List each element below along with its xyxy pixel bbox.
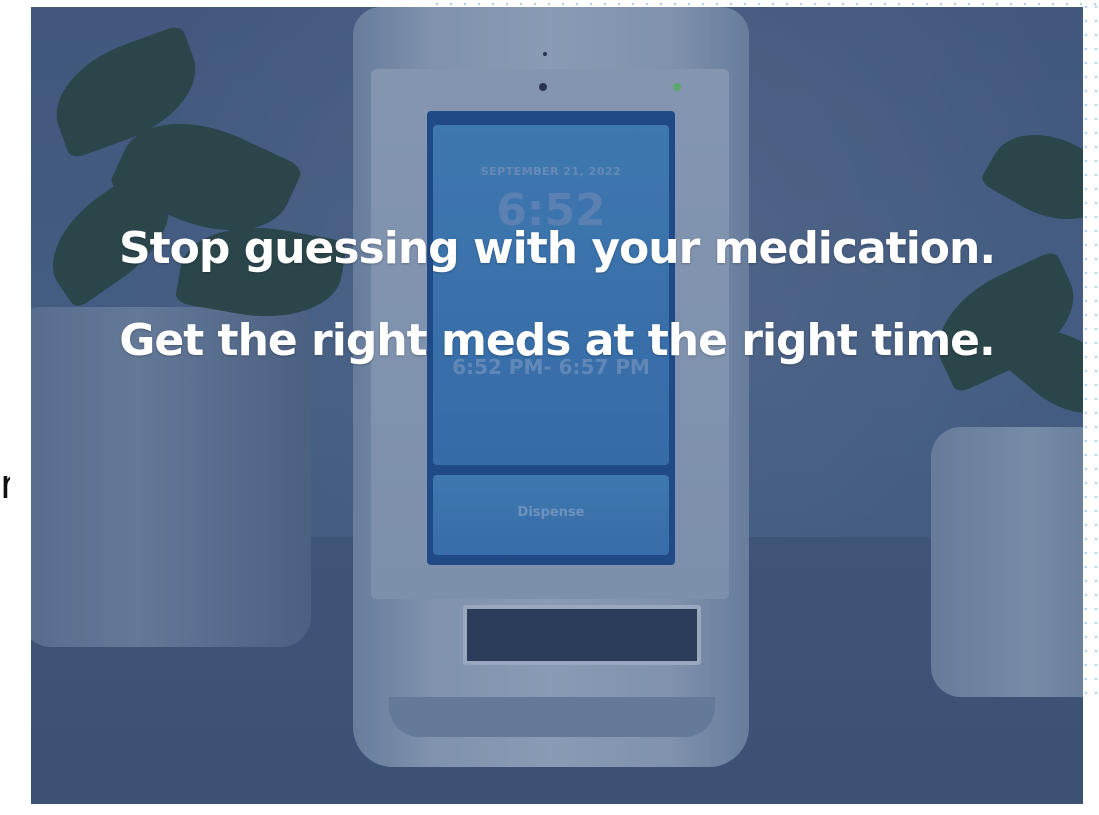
blue-overlay — [31, 7, 1083, 804]
left-edge-glyph: r — [0, 462, 10, 508]
dot-pattern-right — [1081, 0, 1099, 700]
hero-banner: SEPTEMBER 21, 2022 6:52 6:52 PM- 6:57 PM… — [31, 7, 1083, 804]
hero-headline: Stop guessing with your medication. Get … — [118, 223, 996, 366]
